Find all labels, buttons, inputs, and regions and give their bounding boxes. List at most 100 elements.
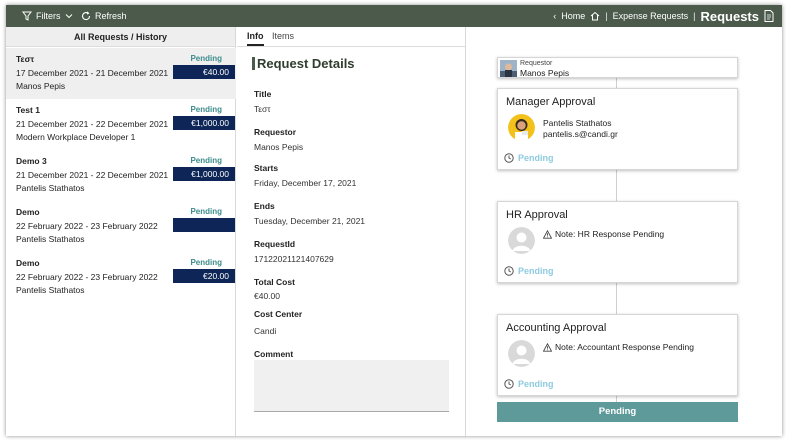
requestor-card: Requestor Manos Pepis	[497, 57, 738, 78]
status-badge: Pending	[190, 207, 222, 216]
approver-email: pantelis.s@candi.gr	[543, 129, 618, 139]
refresh-label: Refresh	[95, 11, 127, 21]
overall-status-button[interactable]: Pending	[497, 402, 738, 422]
field-value-requestid: 17122021121407629	[254, 254, 334, 264]
approval-status: Pending	[504, 266, 554, 276]
approval-note: Note: HR Response Pending	[543, 229, 664, 239]
request-person: Manos Pepis	[16, 81, 66, 91]
request-title: Test 1	[16, 105, 40, 115]
list-item[interactable]: Test 1 Pending 21 December 2021 - 22 Dec…	[6, 99, 236, 150]
status-badge: Pending	[190, 156, 222, 165]
document-icon	[764, 10, 774, 22]
manager-approval-card: Manager Approval Pantelis Stathatos pant…	[497, 88, 738, 170]
request-dates: 21 December 2021 - 22 December 2021	[16, 119, 169, 129]
approval-note-text: Note: Accountant Response Pending	[555, 342, 694, 352]
approver-name: Pantelis Stathatos	[543, 118, 612, 128]
approval-note: Note: Accountant Response Pending	[543, 342, 694, 352]
amount-badge	[173, 218, 235, 232]
amount-badge: €1,000.00	[173, 167, 235, 181]
request-person: Modern Workplace Developer 1	[16, 132, 136, 142]
amount-badge: €1,000.00	[173, 116, 235, 130]
approval-title: Accounting Approval	[506, 322, 607, 334]
filters-label: Filters	[36, 11, 61, 21]
request-title: Demo	[16, 207, 40, 217]
warning-icon	[543, 229, 552, 239]
request-dates: 21 December 2021 - 22 December 2021	[16, 170, 169, 180]
app-window: Filters Refresh ‹ Home | Expense Request…	[6, 5, 782, 436]
approval-status-text: Pending	[518, 266, 554, 276]
approval-flow-panel: Requestor Manos Pepis Manager Approval P…	[467, 27, 782, 436]
avatar-placeholder	[508, 340, 535, 367]
amount-badge: €40.00	[173, 65, 235, 79]
approval-note-text: Note: HR Response Pending	[555, 229, 665, 239]
page-title: Requests	[700, 8, 759, 24]
request-dates: 22 February 2022 - 23 February 2022	[16, 272, 158, 282]
requests-list-panel: All Requests / History Τεστ Pending 17 D…	[6, 27, 236, 436]
refresh-button[interactable]: Refresh	[81, 5, 127, 27]
field-label-requestor: Requestor	[254, 127, 297, 137]
field-value-starts: Friday, December 17, 2021	[254, 178, 357, 188]
status-badge: Pending	[190, 54, 222, 63]
avatar-placeholder	[508, 227, 535, 254]
field-label-starts: Starts	[254, 163, 279, 173]
top-bar: Filters Refresh ‹ Home | Expense Request…	[6, 5, 782, 27]
detail-tabs: Info Items	[237, 27, 466, 47]
accounting-approval-card: Accounting Approval Note: Accountant Res…	[497, 314, 738, 396]
back-chevron-icon[interactable]: ‹	[553, 11, 556, 21]
refresh-icon	[81, 11, 91, 21]
field-label-totalcost: Total Cost	[254, 277, 295, 287]
approval-status: Pending	[504, 153, 554, 163]
field-value-ends: Tuesday, December 21, 2021	[254, 216, 366, 226]
status-badge: Pending	[190, 105, 222, 114]
request-person: Pantelis Stathatos	[16, 183, 85, 193]
flow-connector	[616, 283, 617, 318]
tab-info[interactable]: Info	[247, 31, 264, 46]
approval-status-text: Pending	[518, 153, 554, 163]
list-item[interactable]: Demo 3 Pending 21 December 2021 - 22 Dec…	[6, 150, 236, 201]
request-title: Demo	[16, 258, 40, 268]
home-icon	[590, 11, 600, 21]
list-item[interactable]: Demo Pending 22 February 2022 - 23 Febru…	[6, 201, 236, 252]
request-details-panel: Info Items Request Details Title Τεστ Re…	[237, 27, 466, 436]
list-item[interactable]: Τεστ Pending 17 December 2021 - 21 Decem…	[6, 48, 236, 99]
request-title: Τεστ	[16, 54, 35, 64]
hr-approval-card: HR Approval Note: HR Response Pending Pe…	[497, 201, 738, 283]
filters-button[interactable]: Filters	[22, 5, 73, 27]
breadcrumb-home[interactable]: Home	[561, 11, 585, 21]
field-value-totalcost: €40.00	[254, 291, 280, 301]
field-value-requestor: Manos Pepis	[254, 142, 304, 152]
requestor-name: Manos Pepis	[520, 68, 570, 78]
breadcrumb-expense-requests[interactable]: Expense Requests	[613, 11, 689, 21]
tab-items[interactable]: Items	[272, 31, 294, 41]
request-dates: 22 February 2022 - 23 February 2022	[16, 221, 158, 231]
approval-status-text: Pending	[518, 379, 554, 389]
comment-field[interactable]	[254, 360, 449, 412]
field-label-costcenter: Cost Center	[254, 309, 303, 319]
avatar	[500, 60, 517, 77]
field-value-costcenter: Candi	[254, 326, 277, 336]
breadcrumb-separator: |	[605, 11, 608, 21]
field-label-comment: Comment	[254, 349, 294, 359]
field-label-requestid: RequestId	[254, 239, 296, 249]
requestor-label: Requestor	[520, 60, 553, 67]
approval-title: HR Approval	[506, 209, 568, 221]
clock-icon	[504, 153, 514, 163]
approval-status: Pending	[504, 379, 554, 389]
warning-icon	[543, 342, 552, 352]
request-title: Demo 3	[16, 156, 47, 166]
field-value-title: Τεστ	[254, 104, 271, 114]
request-person: Pantelis Stathatos	[16, 234, 85, 244]
field-label-ends: Ends	[254, 201, 275, 211]
request-person: Pantelis Stathatos	[16, 285, 85, 295]
flow-connector	[616, 170, 617, 205]
amount-badge: €20.00	[173, 269, 235, 283]
list-item[interactable]: Demo Pending 22 February 2022 - 23 Febru…	[6, 252, 236, 303]
flow-connector	[616, 78, 617, 88]
clock-icon	[504, 379, 514, 389]
avatar	[508, 114, 535, 141]
chevron-down-icon	[65, 14, 72, 19]
status-badge: Pending	[190, 258, 222, 267]
field-label-title: Title	[254, 89, 272, 99]
request-dates: 17 December 2021 - 21 December 2021	[16, 68, 169, 78]
filter-icon	[22, 11, 32, 21]
